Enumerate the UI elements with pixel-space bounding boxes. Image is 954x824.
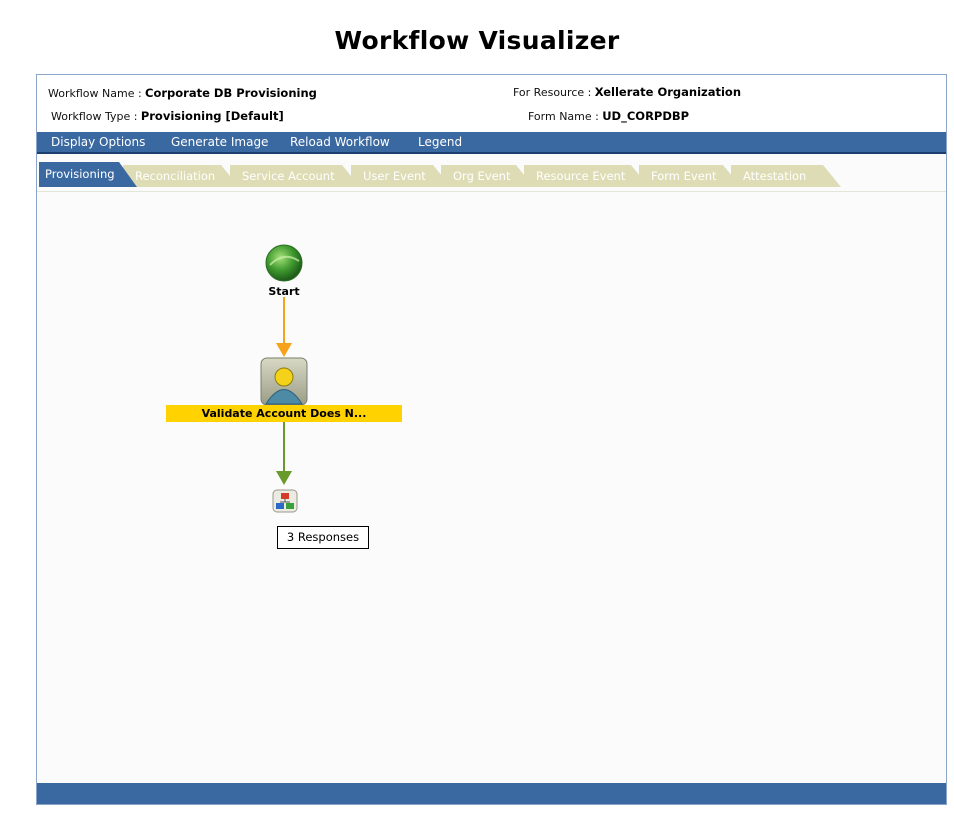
for-resource-row: For Resource : Xellerate Organization bbox=[513, 85, 741, 99]
start-to-task-arrow bbox=[276, 297, 292, 357]
workflow-canvas: Start Validate Account Does N... 3 Respo… bbox=[37, 191, 946, 784]
tab-service-account[interactable]: Service Account bbox=[230, 165, 360, 187]
menu-display-options[interactable]: Display Options bbox=[51, 135, 145, 149]
workflow-name-value: Corporate DB Provisioning bbox=[145, 86, 317, 100]
responses-label[interactable]: 3 Responses bbox=[277, 526, 369, 549]
form-name-value: UD_CORPDBP bbox=[602, 109, 690, 123]
tab-label: Provisioning bbox=[45, 167, 115, 181]
menu-generate-image[interactable]: Generate Image bbox=[171, 135, 268, 149]
form-name-row: Form Name : UD_CORPDBP bbox=[528, 109, 689, 123]
tab-label: Org Event bbox=[453, 169, 511, 183]
user-task-icon[interactable] bbox=[260, 357, 308, 406]
workflow-frame: Workflow Name : Corporate DB Provisionin… bbox=[36, 74, 947, 805]
task-label-bar[interactable]: Validate Account Does N... bbox=[166, 405, 402, 422]
menu-reload-workflow[interactable]: Reload Workflow bbox=[290, 135, 390, 149]
tab-label: User Event bbox=[363, 169, 426, 183]
task-to-responses-arrow bbox=[276, 422, 292, 485]
tab-user-event[interactable]: User Event bbox=[351, 165, 451, 187]
workflow-type-row: Workflow Type : Provisioning [Default] bbox=[51, 109, 284, 123]
tab-label: Resource Event bbox=[536, 169, 626, 183]
tab-resource-event[interactable]: Resource Event bbox=[524, 165, 649, 187]
menu-legend[interactable]: Legend bbox=[418, 135, 462, 149]
start-ball-icon[interactable] bbox=[265, 244, 303, 282]
tab-reconciliation[interactable]: Reconciliation bbox=[123, 165, 239, 187]
tab-org-event[interactable]: Org Event bbox=[441, 165, 534, 187]
tab-label: Form Event bbox=[651, 169, 717, 183]
workflow-diagram bbox=[260, 244, 308, 513]
menu-bar: Display Options Generate Image Reload Wo… bbox=[37, 132, 946, 154]
workflow-type-value: Provisioning [Default] bbox=[140, 109, 284, 123]
for-resource-label: For Resource : bbox=[513, 86, 592, 99]
workflow-info-panel: Workflow Name : Corporate DB Provisionin… bbox=[37, 75, 946, 132]
tab-label: Service Account bbox=[242, 169, 335, 183]
workflow-name-row: Workflow Name : Corporate DB Provisionin… bbox=[48, 86, 317, 100]
form-name-label: Form Name : bbox=[528, 110, 599, 123]
start-label: Start bbox=[268, 285, 300, 298]
tab-attestation[interactable]: Attestation bbox=[731, 165, 841, 187]
tab-label: Reconciliation bbox=[135, 169, 216, 183]
tab-form-event[interactable]: Form Event bbox=[639, 165, 741, 187]
footer-bar bbox=[37, 783, 946, 804]
tab-bar: Reconciliation Service Account User Even… bbox=[37, 157, 946, 192]
workflow-name-label: Workflow Name : bbox=[48, 87, 142, 100]
workflow-type-label: Workflow Type : bbox=[51, 110, 138, 123]
for-resource-value: Xellerate Organization bbox=[594, 85, 742, 99]
tab-label: Attestation bbox=[743, 169, 807, 183]
response-tree-icon[interactable] bbox=[272, 489, 298, 513]
page-title: Workflow Visualizer bbox=[334, 26, 620, 55]
tab-provisioning[interactable]: Provisioning bbox=[39, 162, 137, 187]
